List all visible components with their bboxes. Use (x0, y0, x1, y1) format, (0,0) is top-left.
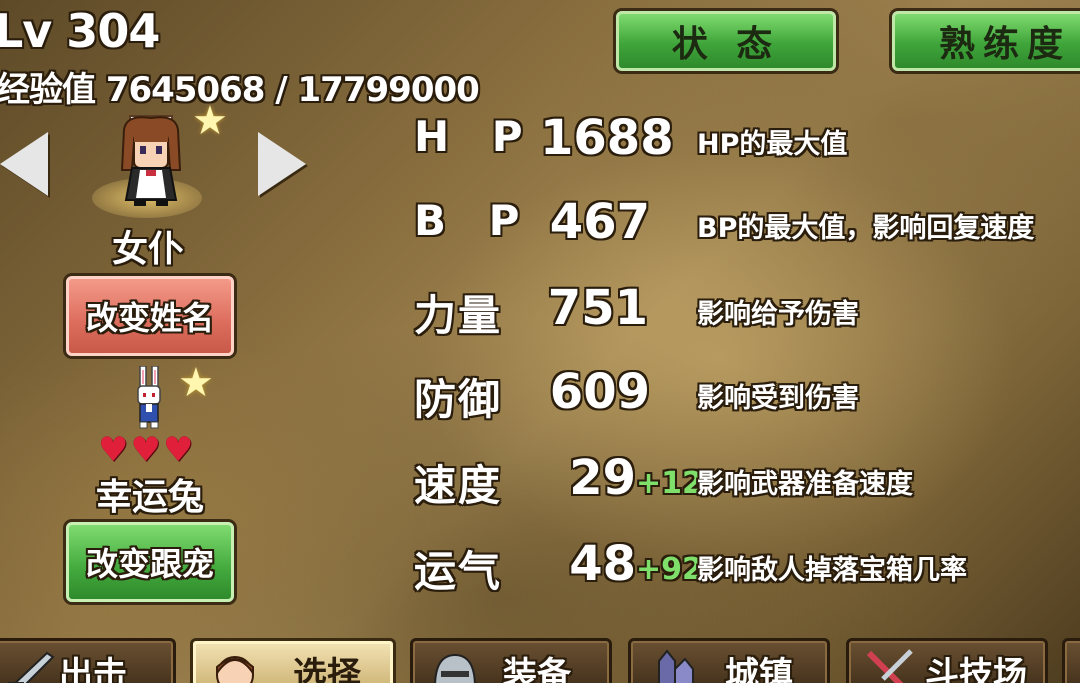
star-icon: ★ (192, 98, 228, 144)
nav-town[interactable]: 城镇 (628, 638, 830, 683)
character-class-name: 女仆 (112, 229, 185, 270)
stat-value-defense: 609 (549, 364, 650, 420)
maid-face-icon (216, 656, 254, 683)
stat-label-strength: 力量 (414, 291, 503, 340)
stat-bonus-luck: +92 (636, 552, 703, 587)
nav-sortie[interactable]: 出击 (0, 638, 176, 683)
nav-select[interactable]: 选择 (190, 638, 396, 683)
castle-icon (658, 649, 694, 683)
stat-desc-strength: 影响给予伤害 (697, 299, 859, 330)
nav-sortie-label: 出击 (59, 655, 127, 683)
arrow-left-icon[interactable] (0, 132, 48, 196)
stat-value-bp: 467 (549, 194, 650, 250)
stat-bonus-speed: +12 (636, 466, 703, 501)
arrow-right-icon[interactable] (258, 132, 306, 196)
stat-label-hp: H P (414, 112, 537, 161)
helmet-icon (434, 653, 476, 683)
stat-desc-bp: BP的最大值，影响回复速度 (697, 213, 1035, 244)
nav-equip-label: 装备 (503, 655, 571, 683)
stat-value-luck: 48 (569, 536, 636, 592)
stat-value-speed: 29 (569, 450, 636, 506)
stat-desc-hp: HP的最大值 (697, 129, 848, 160)
stat-value-strength: 751 (547, 280, 648, 336)
rabbit-sprite (137, 366, 161, 429)
nav-town-label: 城镇 (725, 655, 793, 683)
stat-label-defense: 防御 (414, 375, 503, 424)
nav-arena[interactable]: 斗技场 (846, 638, 1048, 683)
nav-select-label: 选择 (293, 655, 361, 683)
tab-proficiency[interactable]: 熟练度 (892, 11, 1080, 71)
maid-sprite (120, 115, 182, 206)
sword-icon (8, 651, 55, 683)
stat-desc-speed: 影响武器准备速度 (697, 469, 913, 500)
stat-label-luck: 运气 (414, 547, 503, 596)
experience-display: 经验值 7645068 / 17799000 (0, 70, 480, 110)
stat-label-speed: 速度 (414, 461, 503, 510)
stat-label-bp: B P (414, 196, 534, 245)
nav-more[interactable] (1062, 638, 1080, 683)
crossed-swords-icon (866, 649, 913, 683)
nav-arena-label: 斗技场 (925, 655, 1027, 683)
stat-desc-defense: 影响受到伤害 (697, 383, 859, 414)
stat-value-hp: 1688 (540, 110, 674, 166)
heart-icon: ♥♥♥ (98, 430, 196, 470)
tab-status[interactable]: 状 态 (616, 11, 836, 71)
nav-equip[interactable]: 装备 (410, 638, 612, 683)
level-display: Lv 304 (0, 4, 160, 58)
pet-name: 幸运兔 (96, 477, 205, 518)
stat-desc-luck: 影响敌人掉落宝箱几率 (697, 555, 967, 586)
star-icon: ★ (178, 360, 214, 406)
change-pet-button[interactable]: 改变跟宠 (66, 522, 234, 602)
rename-button[interactable]: 改变姓名 (66, 276, 234, 356)
